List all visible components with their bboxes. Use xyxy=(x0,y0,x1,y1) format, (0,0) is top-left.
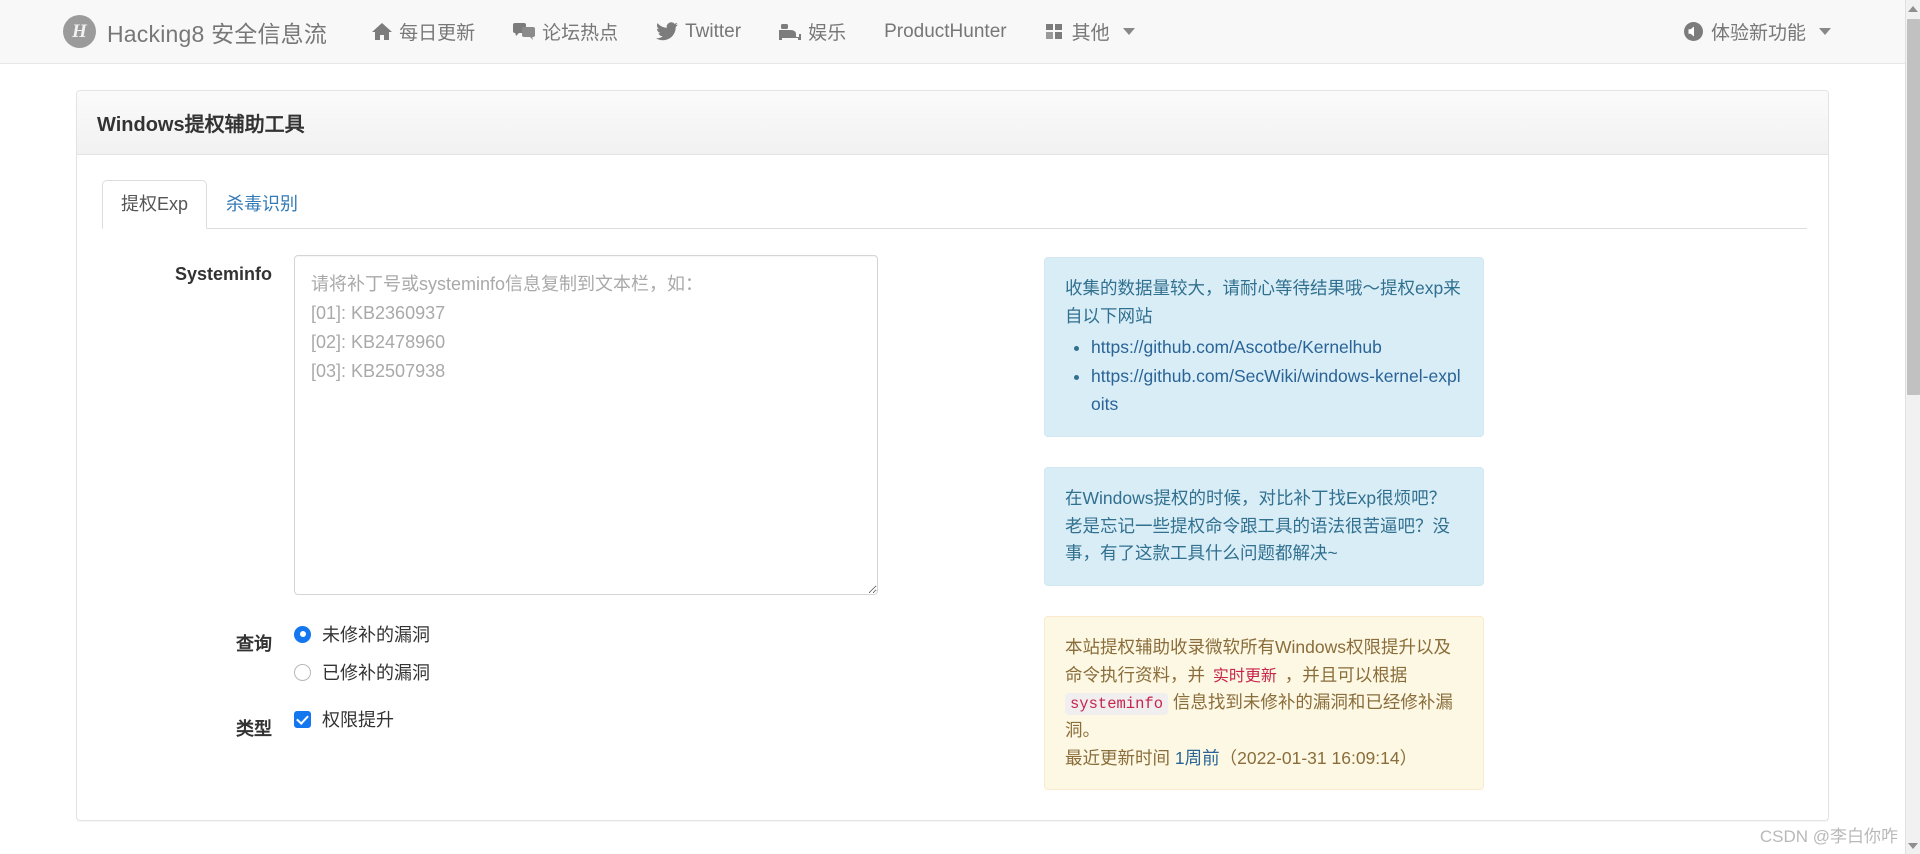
alert-text: 本站提权辅助收录微软所有Windows权限提升以及命令执行资料，并 实时更新 ，… xyxy=(1065,634,1463,745)
chevron-down-icon xyxy=(1819,28,1831,35)
list-item: https://github.com/Ascotbe/Kernelhub xyxy=(1091,334,1463,362)
tool-panel: Windows提权辅助工具 提权Exp 杀毒识别 Systeminfo 请将补丁… xyxy=(76,90,1829,822)
nav-item-label: 每日更新 xyxy=(399,23,476,44)
csdn-watermark: CSDN @李白你咋 xyxy=(1759,827,1898,846)
type-label: 类型 xyxy=(236,719,272,739)
main-container: Windows提权辅助工具 提权Exp 杀毒识别 Systeminfo 请将补丁… xyxy=(0,64,1905,854)
type-checkbox-group: 权限提升 xyxy=(294,706,958,732)
systeminfo-field-wrap xyxy=(294,255,958,600)
query-radio-group: 未修补的漏洞 已修补的漏洞 xyxy=(294,621,958,685)
chevron-down-icon xyxy=(1122,28,1135,35)
scrollbar-thumb[interactable] xyxy=(1907,19,1920,395)
comments-icon xyxy=(513,22,536,41)
form-area: Systeminfo 查询 未修补的漏洞 xyxy=(98,229,1807,820)
nav-item-label: 娱乐 xyxy=(808,23,847,44)
tab-antivirus-recognition[interactable]: 杀毒识别 xyxy=(207,180,317,229)
page-root: H Hacking8 安全信息流 每日更新 论坛热点 Twitter 娱乐 Pr… xyxy=(0,0,1920,854)
bed-icon xyxy=(779,22,802,41)
nav-item-label: ProductHunter xyxy=(884,20,1007,42)
nav-item-entertainment[interactable]: 娱乐 xyxy=(760,0,865,64)
alert-footer: 最近更新时间 1周前（2022-01-31 16:09:14） xyxy=(1065,745,1463,773)
nav-item-label: 论坛热点 xyxy=(542,23,619,44)
form-row-type: 类型 权限提升 xyxy=(98,706,958,741)
radio-indicator xyxy=(294,625,311,643)
alert-tool-intro: 在Windows提权的时候，对比补丁找Exp很烦吧？老是忘记一些提权命令跟工具的… xyxy=(1044,467,1484,587)
panel-header: Windows提权辅助工具 xyxy=(77,91,1828,155)
footer-prefix: 最近更新时间 xyxy=(1065,747,1170,768)
nav-item-daily-update[interactable]: 每日更新 xyxy=(353,0,494,64)
nav-item-new-features[interactable]: 体验新功能 xyxy=(1664,0,1850,64)
panel-body: 提权Exp 杀毒识别 Systeminfo 请将补丁号或systeminfo信息… xyxy=(77,155,1828,820)
checkbox-privilege-escalation[interactable]: 权限提升 xyxy=(294,706,958,732)
systeminfo-input[interactable] xyxy=(294,255,878,595)
page-scrollbar[interactable] xyxy=(1905,0,1920,854)
brand-label: Hacking8 安全信息流 xyxy=(107,20,328,47)
radio-label: 已修补的漏洞 xyxy=(322,663,430,683)
home-icon xyxy=(372,22,393,41)
alert-data-sources: 收集的数据量较大，请耐心等待结果哦～提权exp来自以下网站 https://gi… xyxy=(1044,257,1484,438)
kernelhub-link[interactable]: https://github.com/Ascotbe/Kernelhub xyxy=(1091,337,1382,357)
secwiki-link[interactable]: https://github.com/SecWiki/windows-kerne… xyxy=(1091,366,1461,414)
footer-suffix: （2022-01-31 16:09:14） xyxy=(1219,747,1418,768)
nav-item-producthunter[interactable]: ProductHunter xyxy=(865,0,1026,64)
nav-item-other[interactable]: 其他 xyxy=(1026,0,1154,64)
alert-text: 在Windows提权的时候，对比补丁找Exp很烦吧？老是忘记一些提权命令跟工具的… xyxy=(1065,488,1450,564)
radio-label: 未修补的漏洞 xyxy=(322,625,430,645)
tab-privilege-exp[interactable]: 提权Exp xyxy=(102,179,208,229)
alert-text: 收集的数据量较大，请耐心等待结果哦～提权exp来自以下网站 xyxy=(1065,278,1461,326)
navbar-right: 体验新功能 xyxy=(1664,0,1920,64)
navbar-items: H Hacking8 安全信息流 每日更新 论坛热点 Twitter 娱乐 Pr… xyxy=(0,0,1664,64)
warning-code: systeminfo xyxy=(1065,693,1169,716)
list-item: https://github.com/SecWiki/windows-kerne… xyxy=(1091,363,1463,418)
warning-part2: ，并且可以根据 xyxy=(1279,664,1408,685)
chevron-down-icon xyxy=(1908,842,1918,849)
nav-item-label: Twitter xyxy=(685,20,742,42)
nav-item-twitter[interactable]: Twitter xyxy=(637,0,760,64)
chevron-up-icon xyxy=(1908,5,1918,12)
brand-link[interactable]: H Hacking8 安全信息流 xyxy=(63,15,353,49)
systeminfo-label: Systeminfo xyxy=(174,264,272,284)
nav-item-label: 其他 xyxy=(1071,23,1110,44)
alert-link-list: https://github.com/Ascotbe/Kernelhub htt… xyxy=(1065,334,1463,418)
warning-highlight: 实时更新 xyxy=(1212,667,1277,685)
checkbox-label: 权限提升 xyxy=(322,710,394,730)
twitter-icon xyxy=(656,22,679,41)
brand-logo-icon: H xyxy=(63,15,96,48)
form-left-column: Systeminfo 查询 未修补的漏洞 xyxy=(98,255,958,820)
alert-site-description: 本站提权辅助收录微软所有Windows权限提升以及命令执行资料，并 实时更新 ，… xyxy=(1044,616,1484,791)
query-label: 查询 xyxy=(236,634,272,654)
nav-item-forum-hot[interactable]: 论坛热点 xyxy=(494,0,637,64)
volume-icon xyxy=(1683,21,1704,42)
form-right-column: 收集的数据量较大，请耐心等待结果哦～提权exp来自以下网站 https://gi… xyxy=(1044,255,1484,820)
scroll-down-button[interactable] xyxy=(1906,837,1920,854)
nav-item-label: 体验新功能 xyxy=(1710,23,1806,44)
page-title: Windows提权辅助工具 xyxy=(97,114,305,136)
radio-patched[interactable]: 已修补的漏洞 xyxy=(294,659,958,685)
tab-label: 杀毒识别 xyxy=(226,193,299,214)
footer-update-link[interactable]: 1周前 xyxy=(1175,748,1220,768)
checkbox-indicator xyxy=(294,710,311,728)
form-row-systeminfo: Systeminfo xyxy=(98,255,958,600)
tab-list: 提权Exp 杀毒识别 xyxy=(102,179,1807,229)
th-large-icon xyxy=(1045,22,1065,41)
scroll-up-button[interactable] xyxy=(1906,0,1920,17)
tab-label: 提权Exp xyxy=(121,193,189,214)
radio-unpatched[interactable]: 未修补的漏洞 xyxy=(294,621,958,647)
radio-indicator xyxy=(294,663,311,681)
form-row-query: 查询 未修补的漏洞 已修补的漏洞 xyxy=(98,621,958,685)
top-navbar: H Hacking8 安全信息流 每日更新 论坛热点 Twitter 娱乐 Pr… xyxy=(0,0,1920,64)
